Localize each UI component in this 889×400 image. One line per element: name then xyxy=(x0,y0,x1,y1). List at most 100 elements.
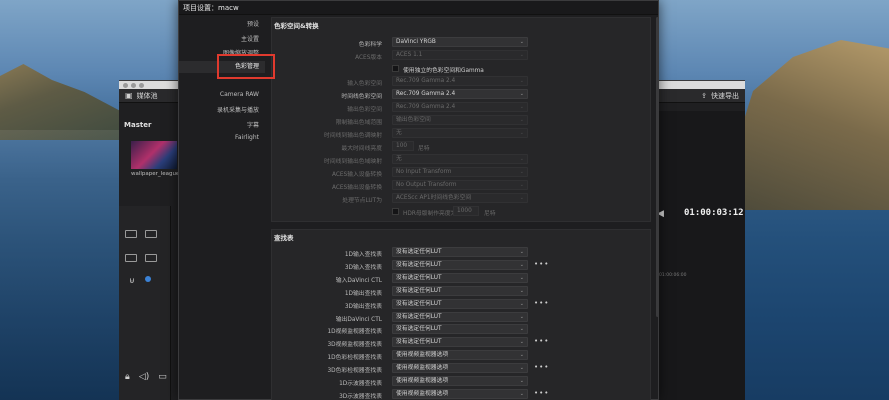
chevron-down-icon: ⌄ xyxy=(519,326,524,333)
timeline-gamut-mapping-dropdown[interactable]: 无 ⌄ xyxy=(392,154,528,164)
chevron-down-icon: ⌄ xyxy=(519,195,524,201)
chevron-down-icon: ⌄ xyxy=(519,339,524,346)
lut-row: 3D输入查找表 没有选定任何LUT ⌄ ••• xyxy=(272,259,652,271)
lut-row-label: 输出DaVinci CTL xyxy=(335,316,382,323)
dialog-title: 项目设置：macw xyxy=(179,1,658,15)
hdr-mastering-input[interactable]: 1000 xyxy=(453,206,479,216)
nav-item-master-settings[interactable]: 主设置 xyxy=(241,34,259,43)
nav-item-camera-raw[interactable]: Camera RAW xyxy=(220,91,259,98)
more-options-button[interactable]: ••• xyxy=(534,363,549,371)
lut-dropdown[interactable]: 没有选定任何LUT ⌄ xyxy=(392,324,528,335)
hdr-mastering-row: HDR母版制作亮度为 1000 尼特 xyxy=(272,206,652,217)
lut-section-title: 查找表 xyxy=(274,234,294,242)
process-lut-dropdown[interactable]: ACEScc AP1时间线色彩空间 ⌄ xyxy=(392,193,528,203)
timeline-gamut-mapping-row: 时间线到输出色域映射 无 ⌄ xyxy=(272,154,652,165)
more-options-button[interactable]: ••• xyxy=(534,389,549,397)
chevron-down-icon: ⌄ xyxy=(519,52,524,58)
minimize-dot[interactable] xyxy=(131,82,136,88)
monitor-icon[interactable]: ▭ xyxy=(158,372,167,382)
chevron-down-icon: ⌄ xyxy=(519,365,524,372)
hdr-mastering-checkbox[interactable] xyxy=(392,208,399,215)
limit-output-gamut-dropdown[interactable]: 输出色彩空间 ⌄ xyxy=(392,115,528,125)
chevron-down-icon: ⌄ xyxy=(519,91,524,97)
aces-output-transform-dropdown[interactable]: No Output Transform ⌄ xyxy=(392,180,528,190)
close-dot[interactable] xyxy=(123,82,128,88)
lut-dropdown[interactable]: 没有选定任何LUT ⌄ xyxy=(392,272,528,283)
timeline-ruler-tick: 01:00:06:00 xyxy=(659,273,687,278)
timeline-color-space-row: 时间线色彩空间 Rec.709 Gamma 2.4 ⌄ xyxy=(272,89,652,100)
lut-dropdown[interactable]: 使用视频监视器选项 ⌄ xyxy=(392,376,528,386)
chevron-down-icon: ⌄ xyxy=(519,274,524,281)
select-tool-icon[interactable] xyxy=(125,230,137,238)
max-timeline-luminance-input[interactable]: 100 xyxy=(392,141,414,151)
overwrite-clip-icon[interactable] xyxy=(145,254,157,262)
max-timeline-luminance-label: 最大时间线亮度 xyxy=(341,146,382,152)
lut-row-label: 3D视频监视器查找表 xyxy=(327,342,382,349)
timeline-tone-mapping-dropdown[interactable]: 无 ⌄ xyxy=(392,128,528,138)
master-bin-label[interactable]: Master xyxy=(124,121,151,129)
media-pool-button[interactable]: 媒体池 xyxy=(137,91,158,101)
aces-input-transform-dropdown[interactable]: No Input Transform ⌄ xyxy=(392,167,528,177)
chevron-down-icon: ⌄ xyxy=(519,287,524,294)
timeline-tone-mapping-label: 时间线到输出色调映射 xyxy=(324,133,382,139)
more-options-button[interactable]: ••• xyxy=(534,337,549,345)
lut-dropdown[interactable]: 没有选定任何LUT ⌄ xyxy=(392,311,528,322)
nav-item-fairlight[interactable]: Fairlight xyxy=(235,134,259,141)
timeline-color-space-label: 时间线色彩空间 xyxy=(341,94,382,100)
lut-dropdown[interactable]: 使用视频监视器选项 ⌄ xyxy=(392,388,528,399)
input-color-space-dropdown[interactable]: Rec.709 Gamma 2.4 ⌄ xyxy=(392,76,528,86)
lut-row-label: 3D示波器查找表 xyxy=(339,393,382,400)
lock-icon[interactable]: 🔒︎ xyxy=(125,372,130,382)
highlight-annotation-box xyxy=(217,54,275,79)
media-pool-icon[interactable]: ▣ xyxy=(125,91,133,100)
magnet-icon[interactable]: ⊍ xyxy=(129,276,135,285)
clip-name: wallpaper_league_ xyxy=(131,171,183,177)
more-options-button[interactable]: ••• xyxy=(534,260,549,268)
lut-dropdown[interactable]: 没有选定任何LUT ⌄ xyxy=(392,247,528,257)
chevron-down-icon: ⌄ xyxy=(519,390,524,397)
lut-dropdown[interactable]: 没有选定任何LUT ⌄ xyxy=(392,259,528,270)
nav-item-presets[interactable]: 预设 xyxy=(247,19,259,28)
link-icon[interactable] xyxy=(145,276,151,282)
aces-output-transform-row: ACES输出设备转换 No Output Transform ⌄ xyxy=(272,180,652,191)
timeline-tone-mapping-row: 时间线到输出色调映射 无 ⌄ xyxy=(272,128,652,139)
lut-row: 输出DaVinci CTL 没有选定任何LUT ⌄ xyxy=(272,311,652,323)
lut-row: 3D视频监视器查找表 没有选定任何LUT ⌄ ••• xyxy=(272,337,652,348)
hdr-mastering-label: HDR母版制作亮度为 xyxy=(403,211,457,217)
timeline-color-space-dropdown[interactable]: Rec.709 Gamma 2.4 ⌄ xyxy=(392,89,528,99)
lut-row-label: 1D视频监视器查找表 xyxy=(327,329,382,336)
color-space-section-title: 色彩空间&转换 xyxy=(274,22,319,30)
nits-unit-label: 尼特 xyxy=(418,146,430,152)
lut-dropdown[interactable]: 没有选定任何LUT ⌄ xyxy=(392,337,528,348)
chevron-down-icon: ⌄ xyxy=(519,313,524,320)
output-color-space-dropdown[interactable]: Rec.709 Gamma 2.4 ⌄ xyxy=(392,102,528,112)
timeline-viewer-area xyxy=(656,111,745,400)
desktop-mountain-left xyxy=(0,64,130,140)
quick-export-button[interactable]: ⇪ 快速导出 xyxy=(701,91,739,101)
lut-row: 1D输出查找表 没有选定任何LUT ⌄ xyxy=(272,285,652,297)
aces-version-row: ACES版本 ACES 1.1 ⌄ xyxy=(272,50,652,61)
lut-dropdown[interactable]: 使用视频监视器选项 ⌄ xyxy=(392,350,528,361)
trim-tool-icon[interactable] xyxy=(145,230,157,238)
max-timeline-luminance-row: 最大时间线亮度 100 尼特 xyxy=(272,141,652,152)
insert-clip-icon[interactable] xyxy=(125,254,137,262)
input-color-space-label: 输入色彩空间 xyxy=(347,81,382,87)
lut-row-label: 1D示波器查找表 xyxy=(339,381,382,387)
hdr-nits-unit: 尼特 xyxy=(484,211,496,217)
chevron-down-icon: ⌄ xyxy=(519,169,524,175)
more-options-button[interactable]: ••• xyxy=(534,299,549,307)
nav-item-capture-playback[interactable]: 录机采集与播放 xyxy=(217,105,259,114)
speaker-icon[interactable]: ◁) xyxy=(139,372,149,382)
dialog-scrollbar[interactable] xyxy=(656,17,659,317)
lut-dropdown[interactable]: 使用视频监视器选项 ⌄ xyxy=(392,363,528,374)
lut-dropdown[interactable]: 没有选定任何LUT ⌄ xyxy=(392,285,528,296)
nav-item-subtitles[interactable]: 字幕 xyxy=(247,120,259,129)
lut-dropdown[interactable]: 没有选定任何LUT ⌄ xyxy=(392,298,528,309)
chevron-down-icon: ⌄ xyxy=(519,117,524,123)
clip-thumbnail[interactable] xyxy=(131,141,177,169)
aces-version-dropdown[interactable]: ACES 1.1 ⌄ xyxy=(392,50,528,60)
zoom-dot[interactable] xyxy=(139,82,144,88)
separate-gamma-checkbox[interactable] xyxy=(392,65,399,72)
desktop-mountain-right xyxy=(729,40,889,210)
color-science-dropdown[interactable]: DaVinci YRGB ⌄ xyxy=(392,37,528,47)
